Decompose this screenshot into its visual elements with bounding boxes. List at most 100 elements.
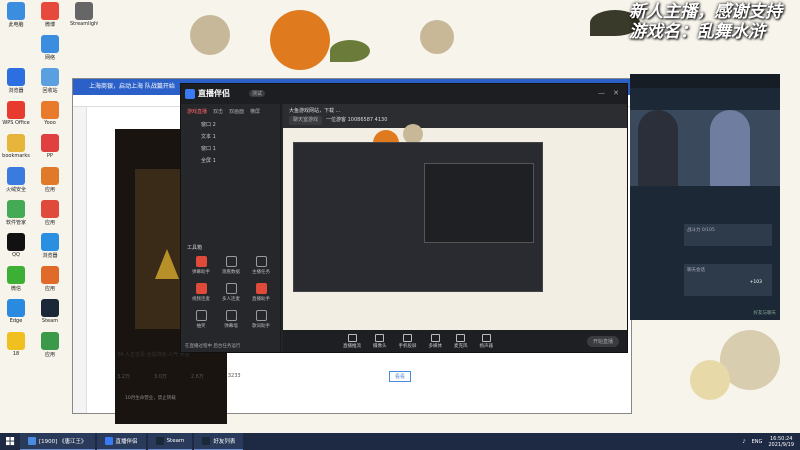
app-name: 直播伴侣 bbox=[198, 89, 230, 98]
stream-preview: 大鱼游戏网站，下载 ... 聊天室游戏 一位游客 10086587 4130 bbox=[283, 104, 627, 332]
desktop-icon[interactable]: 火绒安全 bbox=[2, 167, 30, 193]
control-icon bbox=[481, 333, 491, 342]
desktop-icon[interactable]: PP bbox=[36, 134, 64, 159]
desktop-icon[interactable]: Yooo bbox=[36, 101, 64, 126]
control-button[interactable]: 手机投屏 bbox=[399, 333, 417, 349]
desktop-icon[interactable]: 应用 bbox=[36, 200, 64, 226]
like-count[interactable]: 3.2万 bbox=[117, 373, 130, 380]
wallpaper-leaf bbox=[330, 40, 370, 62]
desktop-icon[interactable]: 18 bbox=[2, 332, 30, 357]
app-icon bbox=[104, 437, 113, 445]
tool-item[interactable]: 多人连麦 bbox=[217, 283, 245, 302]
stream-title[interactable]: 大鱼游戏网站，下载 ... bbox=[289, 107, 621, 116]
desktop-icon[interactable]: 浏览器 bbox=[36, 233, 64, 259]
desktop-icon[interactable]: 网络 bbox=[36, 35, 64, 61]
tool-item[interactable]: 歌词助手 bbox=[247, 310, 275, 329]
desktop-icon-label: Streamlight Manager bbox=[70, 21, 98, 27]
clock[interactable]: 16:50:24 2021/9/19 bbox=[768, 436, 794, 448]
scene-item[interactable]: 文本 1 bbox=[181, 131, 280, 143]
control-label: 摄像头 bbox=[373, 343, 387, 349]
folder-icon bbox=[7, 134, 25, 152]
control-button[interactable]: 扬声器 bbox=[480, 333, 493, 349]
tool-item[interactable]: 主播任务 bbox=[247, 256, 275, 275]
volume-icon[interactable]: ♪ bbox=[742, 439, 745, 445]
tool-label: 抽奖 bbox=[196, 324, 206, 329]
desktop-icon[interactable]: 此电脑 bbox=[2, 2, 30, 28]
control-icon bbox=[430, 333, 440, 342]
app-logo-icon bbox=[185, 88, 195, 99]
desktop-icon[interactable]: 浏览器 bbox=[2, 68, 30, 94]
tool-label: 弹幕助手 bbox=[192, 270, 210, 275]
friends-chat-button[interactable]: 好友与聊天 bbox=[754, 310, 777, 316]
desktop-icon-label: QQ bbox=[12, 252, 20, 258]
tool-item[interactable]: 视频连麦 bbox=[187, 283, 215, 302]
desktop-icon-label: WPS Office bbox=[2, 120, 30, 126]
browser-sidebar bbox=[73, 107, 87, 413]
desktop-icon[interactable]: 应用 bbox=[36, 266, 64, 292]
desktop-icon-label: PP bbox=[46, 153, 54, 159]
control-button[interactable]: 麦克风 bbox=[454, 333, 468, 349]
share-count[interactable]: 3233 bbox=[228, 373, 241, 380]
scene-item[interactable]: 窗口 1 bbox=[181, 143, 280, 155]
coin-count[interactable]: 3.0万 bbox=[154, 373, 167, 380]
desktop-icon[interactable]: 回收站 bbox=[36, 68, 64, 94]
tool-icon bbox=[195, 283, 207, 294]
desktop-icon[interactable]: QQ bbox=[2, 233, 30, 258]
close-icon[interactable]: ✕ bbox=[613, 89, 619, 97]
control-button[interactable]: 直播推流 bbox=[343, 333, 361, 349]
app-sidebar: 游戏直播 双击 双画面 横屏 窗口 2 文本 1 窗口 1 全屏 1 工具箱 弹… bbox=[181, 104, 281, 352]
steam-card-progress[interactable]: 战斗力 0/105 bbox=[684, 224, 772, 246]
taskbar-item[interactable]: Steam bbox=[147, 433, 193, 450]
tool-item[interactable]: 弹幕助手 bbox=[187, 256, 215, 275]
desktop-icon-label: 回收站 bbox=[42, 88, 58, 94]
app-icon bbox=[7, 332, 25, 350]
desktop-icon[interactable]: 微信 bbox=[2, 266, 30, 292]
desktop-icon-label: 应用 bbox=[44, 352, 55, 358]
tab-dual[interactable]: 双击 bbox=[213, 108, 223, 115]
scene-item[interactable]: 全屏 1 bbox=[181, 155, 280, 167]
steam-badge-count: +103 bbox=[749, 280, 762, 285]
fav-count[interactable]: 2.6万 bbox=[191, 373, 204, 380]
control-icon bbox=[347, 333, 357, 342]
taskbar-item[interactable]: 直播伴侣 bbox=[96, 433, 146, 450]
desktop-icon[interactable]: Steam bbox=[36, 299, 64, 324]
start-live-button[interactable]: 开始直播 bbox=[586, 335, 619, 347]
control-button[interactable]: 多媒体 bbox=[429, 333, 442, 349]
desktop-icon[interactable]: 应用 bbox=[36, 332, 64, 358]
desktop-icon[interactable]: 应用 bbox=[36, 167, 64, 193]
tool-item[interactable]: 观看数据 bbox=[217, 256, 245, 275]
start-button[interactable] bbox=[0, 433, 20, 450]
desktop-icon-label: Edge bbox=[9, 318, 23, 324]
taskbar-item[interactable]: [1900] 《唐江王》 bbox=[20, 433, 95, 450]
tool-item[interactable]: 直播助手 bbox=[247, 283, 275, 302]
category-pill[interactable]: 聊天室游戏 bbox=[289, 116, 323, 125]
tool-label: 歌词助手 bbox=[252, 324, 270, 329]
desktop-icon[interactable]: Edge bbox=[2, 299, 30, 324]
follow-button[interactable]: 看看 bbox=[389, 371, 412, 382]
system-tray: ♪ ENG 16:50:24 2021/9/19 bbox=[742, 436, 800, 448]
tool-item[interactable]: 弹幕墙 bbox=[217, 310, 245, 329]
windows-icon bbox=[5, 437, 14, 446]
desktop-icon[interactable]: Streamlight Manager bbox=[70, 2, 98, 27]
taskbar-item[interactable]: 好友列表 bbox=[194, 433, 244, 450]
tool-label: 直播助手 bbox=[252, 297, 270, 302]
toolbox-grid: 弹幕助手 观看数据 主播任务视频连麦 多人连麦 直播助手抽奖 弹幕墙 歌词助手 bbox=[187, 256, 275, 329]
tab-game-live[interactable]: 游戏直播 bbox=[187, 108, 207, 115]
tab-dual-screen[interactable]: 双画面 bbox=[229, 108, 244, 115]
desktop-icon[interactable]: bookmarks bbox=[2, 134, 30, 159]
desktop-icon[interactable]: WPS Office bbox=[2, 101, 30, 126]
desktop-icon[interactable]: 微博 bbox=[36, 2, 64, 28]
language-indicator[interactable]: ENG bbox=[752, 439, 763, 445]
tool-item[interactable]: 抽奖 bbox=[187, 310, 215, 329]
online-label: 一位游客 bbox=[326, 117, 347, 123]
tool-label: 视频连麦 bbox=[192, 297, 210, 302]
steam-card-chat[interactable]: 聊天会话 +103 bbox=[684, 264, 772, 296]
scene-item[interactable]: 窗口 2 bbox=[181, 119, 280, 131]
control-icon bbox=[375, 333, 385, 342]
tab-landscape[interactable]: 横屏 bbox=[250, 108, 260, 115]
app-badge: 测试 bbox=[249, 90, 266, 97]
desktop-icon[interactable]: 软件管家 bbox=[2, 200, 30, 226]
control-button[interactable]: 摄像头 bbox=[373, 333, 387, 349]
nested-preview-window-inner bbox=[424, 163, 534, 243]
minimize-icon[interactable]: — bbox=[598, 89, 605, 97]
